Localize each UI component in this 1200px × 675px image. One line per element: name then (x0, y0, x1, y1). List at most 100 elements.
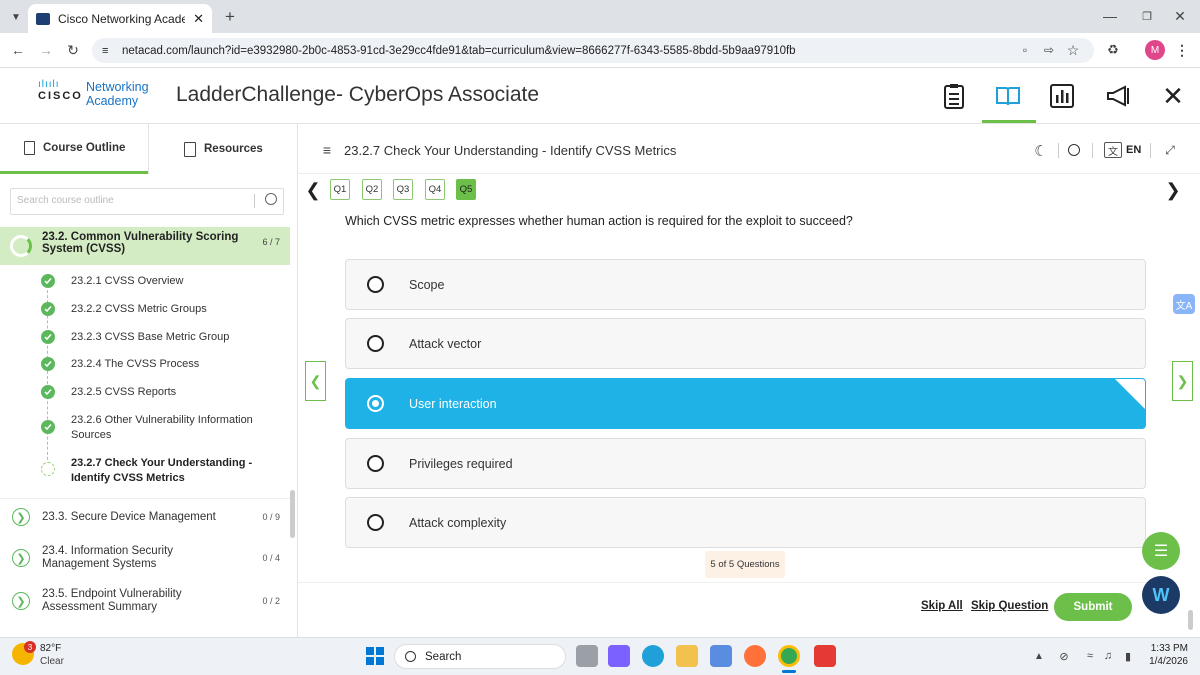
section-23-4[interactable]: ❯ 23.4. Information Security Management … (0, 544, 290, 572)
submit-button[interactable]: Submit (1054, 593, 1132, 621)
checklist-icon[interactable] (936, 78, 972, 114)
close-tab-icon[interactable]: ✕ (193, 11, 204, 27)
language-label[interactable]: EN (1126, 144, 1141, 156)
page-title: 23.2.7 Check Your Understanding - Identi… (344, 143, 677, 158)
option-attack-complexity[interactable]: Attack complexity (345, 497, 1146, 548)
tab-search-icon[interactable]: ▼ (6, 8, 26, 26)
browser-menu-icon[interactable]: ⋮ (1174, 40, 1190, 60)
option-scope[interactable]: Scope (345, 259, 1146, 310)
translate-icon[interactable]: 文 (1104, 142, 1122, 158)
store-icon[interactable] (710, 645, 732, 667)
close-course-icon[interactable]: ✕ (1155, 78, 1191, 114)
incomplete-dot-icon (41, 462, 55, 476)
question-tab-q5[interactable]: Q5 (456, 179, 476, 200)
clock-time[interactable]: 1:33 PM (1150, 643, 1188, 654)
restore-icon[interactable]: ❐ (1137, 6, 1157, 26)
site-info-icon[interactable]: ≡ (102, 45, 108, 57)
profile-avatar[interactable]: M (1145, 40, 1165, 60)
forward-icon[interactable]: → (36, 40, 56, 60)
question-tab-q1[interactable]: Q1 (330, 179, 350, 200)
radio-button[interactable] (367, 276, 384, 293)
sidebar-item-23-2-2[interactable]: 23.2.2 CVSS Metric Groups (71, 302, 207, 317)
sidebar-item-23-2-5[interactable]: 23.2.5 CVSS Reports (71, 385, 176, 400)
completed-check-icon (41, 330, 55, 344)
sidebar-item-23-2-7[interactable]: 23.2.7 Check Your Understanding - Identi… (71, 456, 261, 486)
reload-icon[interactable]: ↻ (63, 40, 83, 60)
radio-button[interactable] (367, 514, 384, 531)
file-explorer-icon[interactable] (676, 645, 698, 667)
assistant-fab-icon[interactable]: W (1142, 576, 1180, 614)
content-scrollbar[interactable] (1188, 610, 1193, 630)
next-question-chevron-icon[interactable]: ❯ (1165, 179, 1180, 201)
wifi-icon[interactable]: ≈ (1082, 649, 1098, 663)
book-icon[interactable] (990, 78, 1026, 114)
tray-app-icon[interactable]: ⊘ (1056, 649, 1072, 663)
minimize-icon[interactable]: — (1100, 6, 1120, 26)
extensions-icon[interactable]: ♻ (1104, 41, 1122, 59)
outline-search-input[interactable]: Search course outline (10, 188, 284, 215)
sidebar-item-23-2-3[interactable]: 23.2.3 CVSS Base Metric Group (71, 330, 229, 345)
current-section[interactable]: 23.2. Common Vulnerability Scoring Syste… (0, 227, 290, 265)
radio-button-selected[interactable] (367, 395, 384, 412)
question-tab-q4[interactable]: Q4 (425, 179, 445, 200)
clipboard-icon[interactable]: ▫ (1016, 41, 1034, 59)
skip-question-link[interactable]: Skip Question (971, 600, 1048, 612)
question-tab-q3[interactable]: Q3 (393, 179, 413, 200)
search-icon[interactable] (265, 193, 277, 205)
sidebar-item-23-2-1[interactable]: 23.2.1 CVSS Overview (71, 274, 184, 289)
fullscreen-icon[interactable]: ⤢ (1162, 142, 1178, 158)
tab-course-outline[interactable]: Course Outline (0, 124, 148, 174)
task-view-icon[interactable] (576, 645, 598, 667)
section-23-3[interactable]: ❯ 23.3. Secure Device Management 0 / 9 (0, 506, 290, 528)
tab-resources[interactable]: Resources (160, 124, 298, 174)
option-attack-vector[interactable]: Attack vector (345, 318, 1146, 369)
copilot-icon[interactable] (608, 645, 630, 667)
grades-icon[interactable] (1044, 78, 1080, 114)
header-sep (1058, 143, 1059, 158)
sidebar-item-23-2-6[interactable]: 23.2.6 Other Vulnerability Information S… (71, 413, 261, 443)
clock-date[interactable]: 1/4/2026 (1140, 656, 1188, 667)
dark-mode-moon-icon[interactable]: ☾ (1032, 142, 1050, 160)
prev-question-chevron-icon[interactable]: ❮ (305, 179, 320, 201)
question-tab-q2[interactable]: Q2 (362, 179, 382, 200)
current-section-title: 23.2. Common Vulnerability Scoring Syste… (42, 231, 239, 255)
search-content-icon[interactable] (1068, 144, 1080, 156)
megaphone-icon[interactable] (1100, 78, 1136, 114)
windows-start-icon[interactable] (366, 647, 384, 665)
sidebar-item-23-2-4[interactable]: 23.2.4 The CVSS Process (71, 357, 199, 372)
wps-office-icon[interactable] (814, 645, 836, 667)
notes-fab-icon[interactable]: ☰ (1142, 532, 1180, 570)
sidebar-scrollbar[interactable] (290, 490, 295, 538)
battery-icon[interactable]: ▮ (1120, 649, 1136, 663)
option-user-interaction[interactable]: User interaction (345, 378, 1146, 429)
firefox-icon[interactable] (744, 645, 766, 667)
netacad-logo[interactable]: ılıılı CISCO Networking Academy (38, 80, 158, 110)
next-page-button[interactable]: ❯ (1172, 361, 1193, 401)
radio-button[interactable] (367, 335, 384, 352)
tray-overflow-icon[interactable]: ▲ (1032, 649, 1046, 663)
bookmark-star-icon[interactable]: ☆ (1064, 41, 1082, 59)
collapse-menu-icon[interactable]: ≡ (318, 141, 336, 159)
radio-button[interactable] (367, 455, 384, 472)
current-section-count: 6 / 7 (262, 237, 280, 247)
option-privileges-required[interactable]: Privileges required (345, 438, 1146, 489)
section-23-4-label: 23.4. Information Security Management Sy… (42, 545, 174, 570)
url-bar[interactable]: ≡ netacad.com/launch?id=e3932980-2b0c-48… (92, 38, 1094, 63)
browser-tab[interactable]: Cisco Networking Academy: La ✕ (28, 4, 212, 33)
new-tab-icon[interactable]: + (220, 7, 240, 27)
cisco-favicon-icon (36, 12, 50, 25)
edge-icon[interactable] (642, 645, 664, 667)
section-23-5[interactable]: ❯ 23.5. Endpoint Vulnerability Assessmen… (0, 587, 290, 615)
back-icon[interactable]: ← (8, 40, 28, 60)
install-app-icon[interactable]: ⇨ (1040, 41, 1058, 59)
close-window-icon[interactable]: ✕ (1170, 6, 1190, 26)
tab-title: Cisco Networking Academy: La (58, 11, 186, 26)
chrome-icon[interactable] (778, 645, 800, 667)
translate-float-icon[interactable]: 文A (1173, 294, 1195, 314)
volume-icon[interactable]: ♫ (1100, 649, 1116, 663)
skip-all-link[interactable]: Skip All (921, 600, 963, 612)
taskbar-search[interactable]: Search (394, 644, 566, 669)
weather-temp[interactable]: 82°F (40, 643, 61, 654)
prev-page-button[interactable]: ❮ (305, 361, 326, 401)
completed-check-icon (41, 420, 55, 434)
